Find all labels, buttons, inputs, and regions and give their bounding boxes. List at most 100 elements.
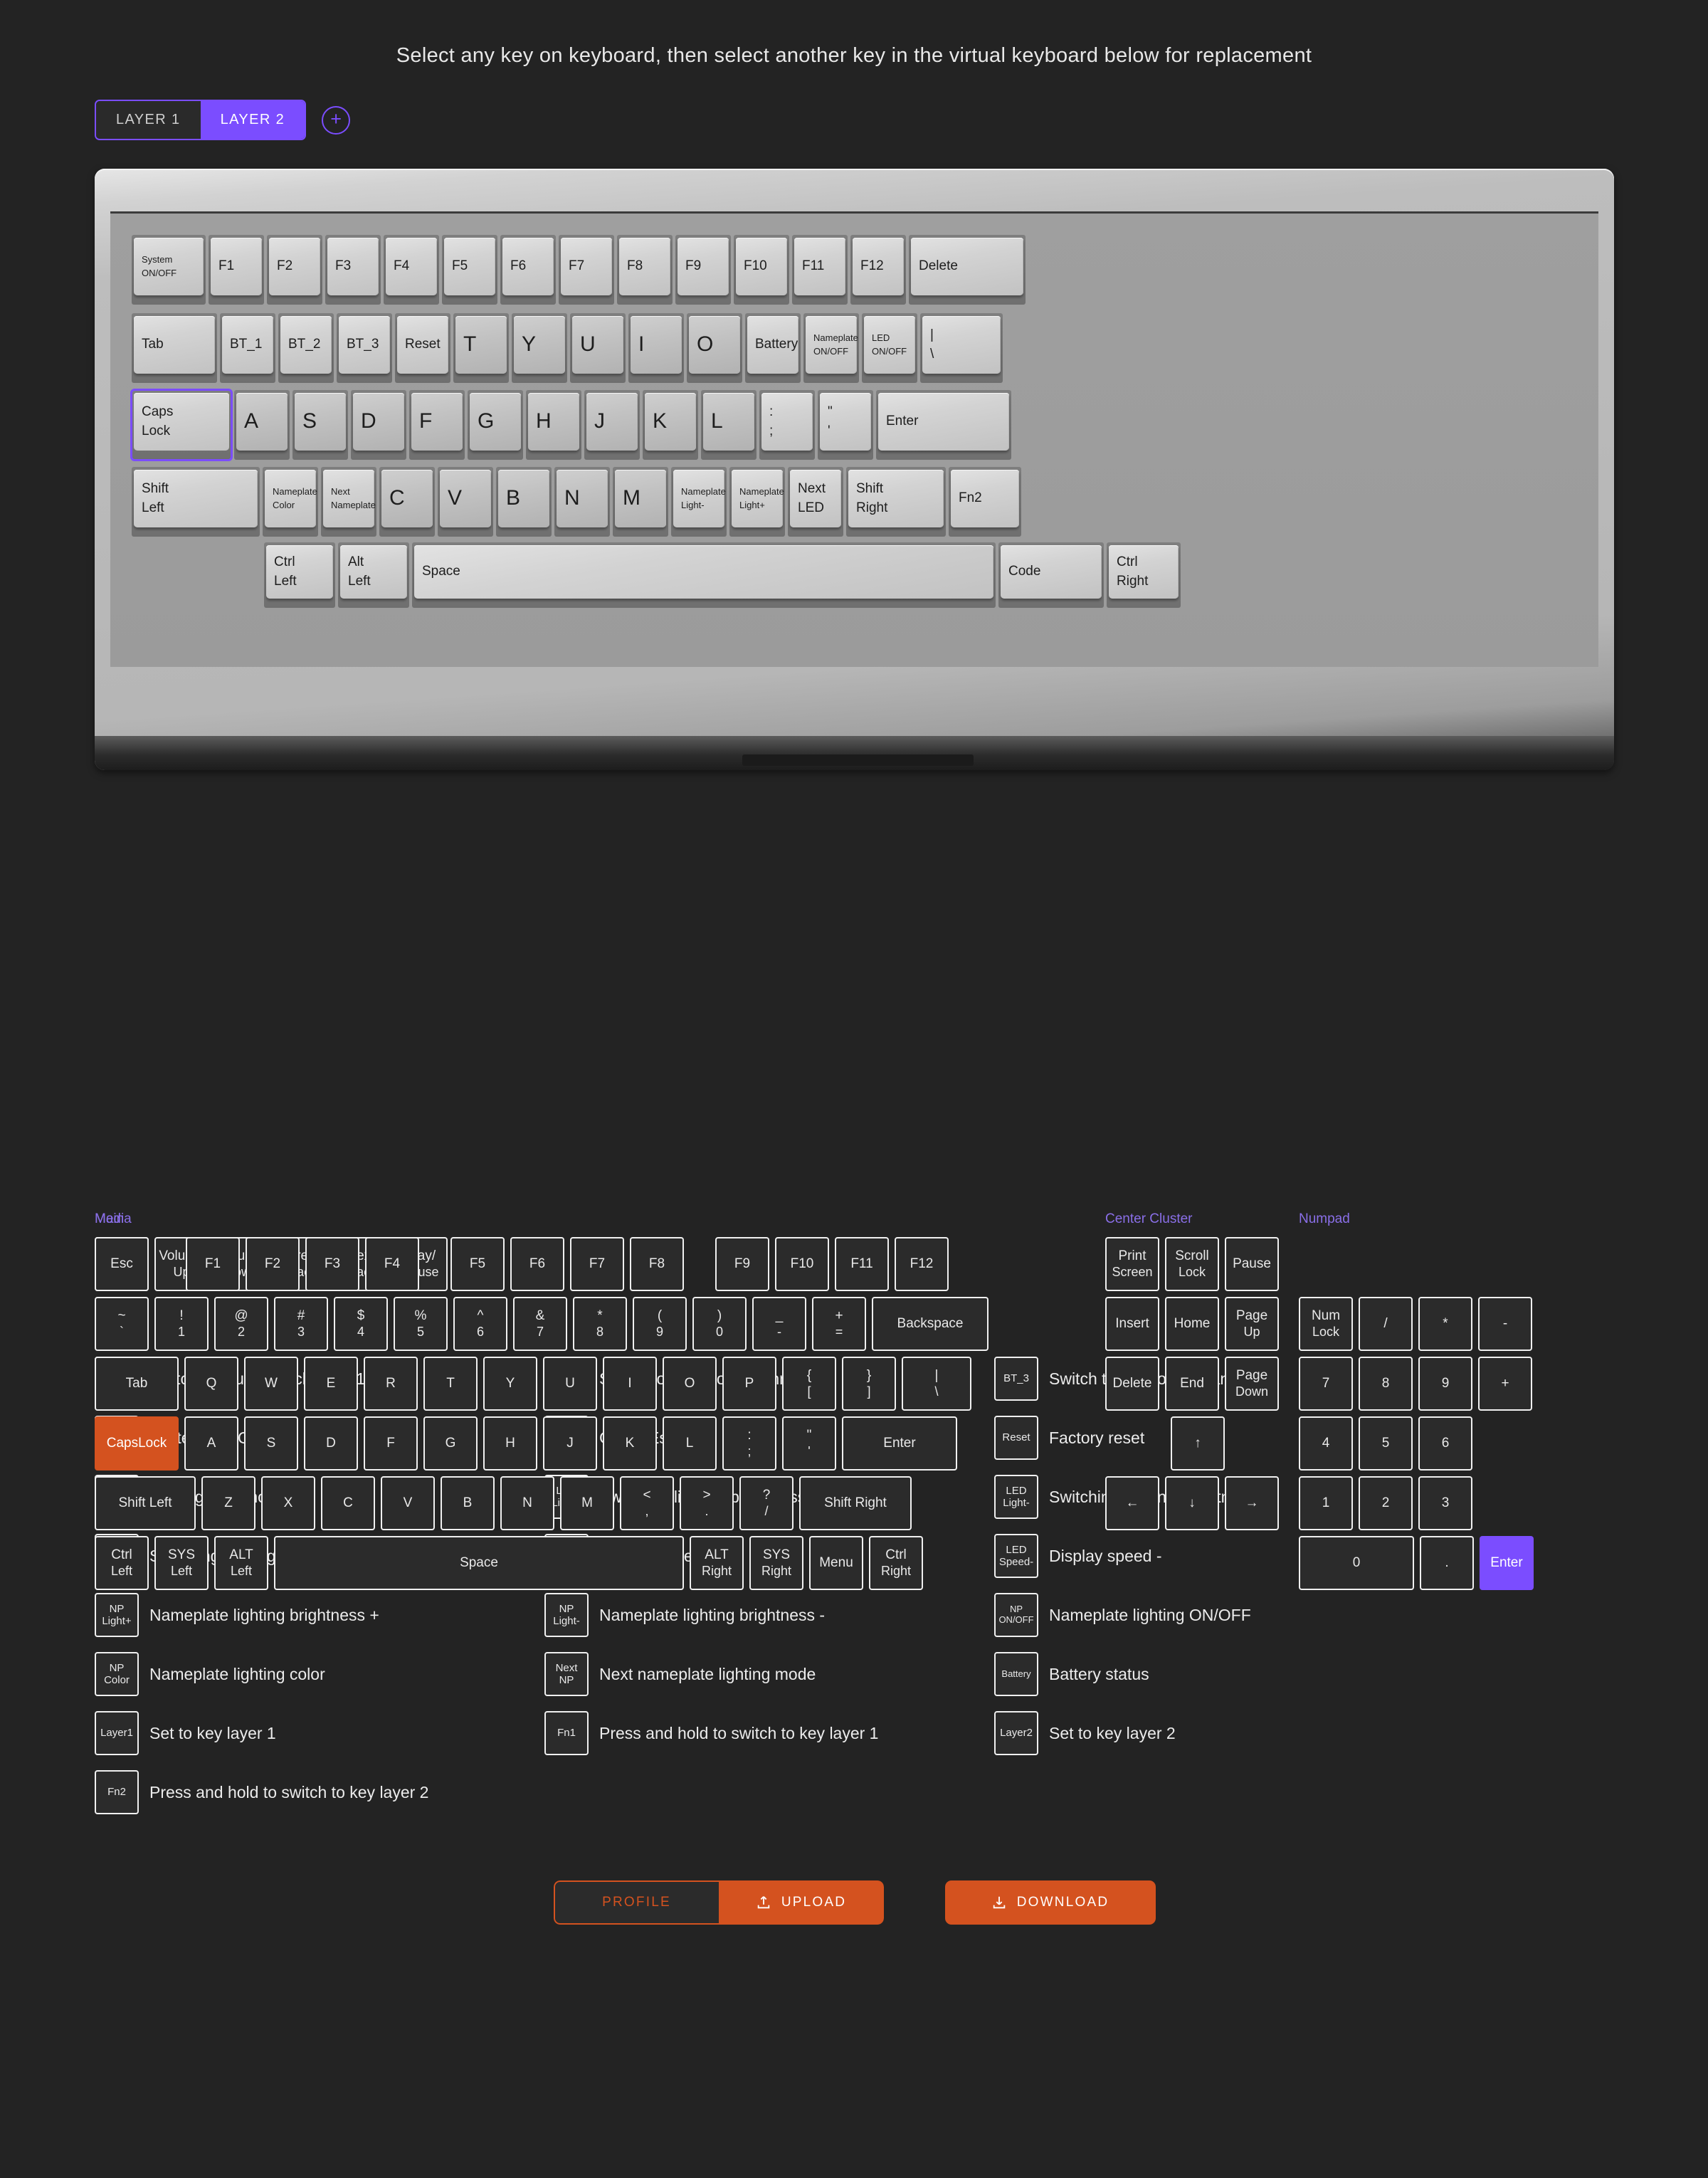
virtual-key[interactable]: Space (274, 1536, 684, 1590)
profile-button[interactable]: PROFILE (553, 1880, 719, 1925)
virtual-key[interactable]: 8 (1359, 1357, 1413, 1411)
function-key-cap[interactable]: Fn2 (95, 1770, 139, 1814)
function-key-cap[interactable]: LED Speed- (994, 1534, 1038, 1578)
physical-key[interactable]: K (643, 390, 698, 460)
virtual-key[interactable]: N (500, 1476, 554, 1530)
layer-tab-2[interactable]: LAYER 2 (200, 101, 305, 139)
physical-key[interactable]: C (379, 467, 435, 537)
virtual-key[interactable]: Insert (1105, 1297, 1159, 1351)
virtual-key[interactable]: $4 (334, 1297, 388, 1351)
virtual-key[interactable]: ↓ (1165, 1476, 1219, 1530)
virtual-key[interactable]: * (1418, 1297, 1472, 1351)
physical-key[interactable]: Next Nameplate (321, 467, 376, 537)
function-key-cap[interactable]: Reset (994, 1416, 1038, 1460)
virtual-key[interactable]: F8 (630, 1237, 684, 1291)
virtual-key[interactable]: F10 (775, 1237, 829, 1291)
physical-key[interactable]: Y (512, 313, 567, 383)
add-layer-icon[interactable]: + (322, 105, 351, 135)
function-key-cap[interactable]: NP Color (95, 1652, 139, 1696)
virtual-key[interactable]: + = (812, 1297, 866, 1351)
virtual-key[interactable]: F1 (186, 1237, 240, 1291)
physical-key[interactable]: Alt Left (338, 542, 409, 608)
virtual-key[interactable]: Shift Right (799, 1476, 912, 1530)
virtual-key[interactable]: End (1165, 1357, 1219, 1411)
virtual-key[interactable]: X (261, 1476, 315, 1530)
virtual-key[interactable]: _ - (752, 1297, 806, 1351)
virtual-key[interactable]: " ' (782, 1416, 836, 1471)
physical-key[interactable]: Nameplate Light- (671, 467, 727, 537)
virtual-key[interactable]: & 7 (513, 1297, 567, 1351)
physical-key[interactable]: Caps Lock (130, 389, 233, 461)
physical-key[interactable]: F (409, 390, 465, 460)
virtual-key[interactable]: Num Lock (1299, 1297, 1353, 1351)
virtual-key[interactable]: SYS Right (749, 1536, 803, 1590)
virtual-key[interactable]: % 5 (394, 1297, 448, 1351)
virtual-key[interactable]: Pause (1225, 1237, 1279, 1291)
physical-key[interactable]: Nameplate ON/OFF (803, 313, 859, 383)
virtual-key[interactable]: Q (184, 1357, 238, 1411)
physical-key[interactable]: F1 (209, 235, 264, 305)
physical-key[interactable]: Tab (132, 313, 217, 383)
virtual-key[interactable]: 9 (1418, 1357, 1472, 1411)
virtual-key[interactable]: 0 (1299, 1536, 1414, 1590)
virtual-key[interactable]: <, (620, 1476, 674, 1530)
virtual-key[interactable]: ↑ (1171, 1416, 1225, 1471)
virtual-key[interactable]: S (244, 1416, 298, 1471)
virtual-key[interactable]: H (483, 1416, 537, 1471)
physical-key[interactable]: F6 (500, 235, 556, 305)
virtual-key[interactable]: F12 (895, 1237, 949, 1291)
virtual-key[interactable]: + (1478, 1357, 1532, 1411)
physical-key[interactable]: H (526, 390, 581, 460)
virtual-key[interactable]: F4 (365, 1237, 419, 1291)
layer-tab-1[interactable]: LAYER 1 (96, 101, 201, 139)
physical-key[interactable]: F2 (267, 235, 322, 305)
function-key-cap[interactable]: BT_3 (994, 1357, 1038, 1401)
virtual-key[interactable]: ALT Right (690, 1536, 744, 1590)
virtual-key[interactable]: B (441, 1476, 495, 1530)
upload-button[interactable]: UPLOAD (718, 1880, 884, 1925)
physical-key[interactable]: :; (759, 390, 815, 460)
virtual-key[interactable]: V (381, 1476, 435, 1530)
virtual-key[interactable]: (9 (633, 1297, 687, 1351)
virtual-key[interactable]: . (1420, 1536, 1474, 1590)
function-key-cap[interactable]: NP Light- (544, 1593, 589, 1637)
virtual-key[interactable]: R (364, 1357, 418, 1411)
virtual-key[interactable]: ^ 6 (453, 1297, 507, 1351)
virtual-key[interactable]: → (1225, 1476, 1279, 1530)
virtual-key[interactable]: 2 (1359, 1476, 1413, 1530)
virtual-key[interactable]: F11 (835, 1237, 889, 1291)
virtual-key[interactable]: 6 (1418, 1416, 1472, 1471)
virtual-key[interactable]: - (1478, 1297, 1532, 1351)
physical-key[interactable]: Shift Right (846, 467, 946, 537)
virtual-key[interactable]: ~ ` (95, 1297, 149, 1351)
virtual-key[interactable]: Delete (1105, 1357, 1159, 1411)
virtual-key[interactable]: Scroll Lock (1165, 1237, 1219, 1291)
virtual-key[interactable]: O (663, 1357, 717, 1411)
virtual-key[interactable]: K (603, 1416, 657, 1471)
virtual-key[interactable]: Shift Left (95, 1476, 196, 1530)
virtual-key[interactable]: J (543, 1416, 597, 1471)
virtual-key[interactable]: U (543, 1357, 597, 1411)
virtual-key[interactable]: M (560, 1476, 614, 1530)
physical-key[interactable]: Code (998, 542, 1104, 608)
virtual-key[interactable]: {[ (782, 1357, 836, 1411)
function-key-cap[interactable]: NP ON/OFF (994, 1593, 1038, 1637)
physical-key[interactable]: Delete (909, 235, 1026, 305)
physical-key[interactable]: Nameplate Color (263, 467, 318, 537)
virtual-key[interactable]: ? / (739, 1476, 794, 1530)
function-key-cap[interactable]: Next NP (544, 1652, 589, 1696)
virtual-key[interactable]: Print Screen (1105, 1237, 1159, 1291)
virtual-key[interactable]: W (244, 1357, 298, 1411)
function-key-cap[interactable]: LED Light- (994, 1475, 1038, 1519)
function-key-cap[interactable]: Layer1 (95, 1711, 139, 1755)
virtual-key[interactable]: ← (1105, 1476, 1159, 1530)
physical-key[interactable]: Next LED (788, 467, 843, 537)
physical-key[interactable]: T (453, 313, 509, 383)
virtual-key[interactable]: D (304, 1416, 358, 1471)
physical-key[interactable]: System ON/OFF (132, 235, 206, 305)
physical-key[interactable]: Battery (745, 313, 801, 383)
virtual-key[interactable]: Y (483, 1357, 537, 1411)
virtual-key[interactable]: 4 (1299, 1416, 1353, 1471)
virtual-key[interactable]: Backspace (872, 1297, 989, 1351)
function-key-cap[interactable]: Fn1 (544, 1711, 589, 1755)
